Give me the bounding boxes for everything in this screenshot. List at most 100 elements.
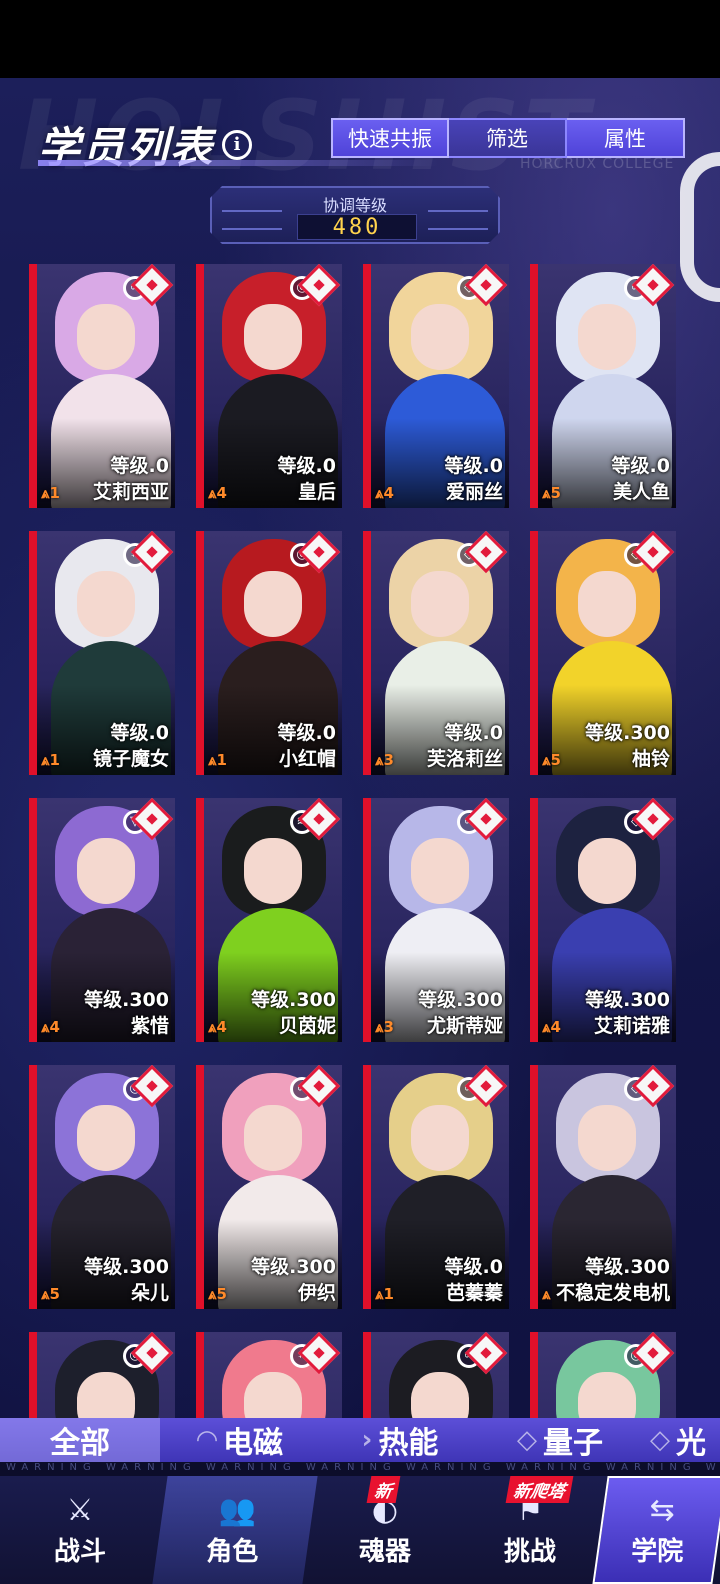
character-card[interactable]: ◎⩓ <box>530 1332 676 1418</box>
character-level: 等级.0 <box>444 455 503 477</box>
rank-stars: ⩓5 <box>542 751 561 769</box>
character-level: 等级.0 <box>277 722 336 744</box>
rank-value: 4 <box>216 484 227 502</box>
rank-stars: ⩓4 <box>208 484 227 502</box>
character-name: 小红帽 <box>278 748 336 770</box>
rank-stars: ⩓1 <box>208 751 227 769</box>
rank-value: 1 <box>49 484 60 502</box>
filter-tab-light[interactable]: ◇ 光 <box>640 1418 720 1462</box>
filter-tab-quantum[interactable]: ◇ 量子 <box>480 1418 640 1462</box>
character-card[interactable]: ∞等级.0艾莉西亚⩓1 <box>29 264 175 508</box>
rank-value: 1 <box>49 751 60 769</box>
character-name: 朵儿 <box>130 1282 169 1304</box>
character-level: 等级.300 <box>418 989 503 1011</box>
character-level: 等级.300 <box>585 722 670 744</box>
character-level: 等级.0 <box>110 455 169 477</box>
filter-button[interactable]: 筛选 <box>449 118 567 158</box>
filter-tab-label: 全部 <box>50 1426 110 1461</box>
nav-academy[interactable]: ⇆ 学院 <box>592 1476 720 1584</box>
portrait-face <box>244 1372 302 1418</box>
rank-value: 1 <box>216 751 227 769</box>
top-button-group: 快速共振 筛选 属性 <box>331 118 685 158</box>
character-level: 等级.300 <box>84 1256 169 1278</box>
portrait-face <box>411 571 469 637</box>
battle-icon: ⚔ <box>66 1492 94 1528</box>
character-card[interactable]: ◇等级.300艾莉诺雅⩓4 <box>530 798 676 1042</box>
attribute-button[interactable]: 属性 <box>567 118 685 158</box>
rank-value: 4 <box>216 1018 227 1036</box>
rank-stars: ⩓4 <box>208 1018 227 1036</box>
characters-icon: 👥 <box>219 1492 257 1528</box>
status-bar <box>0 0 720 78</box>
side-panel-handle[interactable] <box>680 152 720 302</box>
character-card[interactable]: ◎⩓ <box>29 1332 175 1418</box>
character-name: 伊织 <box>297 1282 336 1304</box>
portrait-face <box>77 838 135 904</box>
element-filter-bar: 全部 ◠ 电磁 › 热能 ◇ 量子 ◇ 光 <box>0 1418 720 1462</box>
character-name: 艾莉诺雅 <box>593 1015 670 1037</box>
info-icon[interactable]: i <box>222 129 253 160</box>
rank-stars: ⩓4 <box>375 484 394 502</box>
portrait-face <box>411 1105 469 1171</box>
filter-tab-all[interactable]: 全部 <box>0 1418 160 1462</box>
character-card[interactable]: ◇等级.300柚铃⩓5 <box>530 531 676 775</box>
character-card[interactable]: ∞等级.0美人鱼⩓5 <box>530 264 676 508</box>
rank-stars: ⩓1 <box>41 751 60 769</box>
character-name: 镜子魔女 <box>92 748 169 770</box>
portrait-face <box>244 1105 302 1171</box>
bottom-navigation: ⚔ 战斗 👥 角色 新 ◐ 魂器 新爬塔 ⚑ 挑战 ⇆ 学院 <box>0 1476 720 1584</box>
character-card[interactable]: ▽等级.300紫惜⩓4 <box>29 798 175 1042</box>
title-underline <box>38 160 438 166</box>
nav-battle[interactable]: ⚔ 战斗 <box>10 1476 150 1584</box>
filter-tab-thermal[interactable]: › 热能 <box>320 1418 480 1462</box>
portrait-face <box>578 571 636 637</box>
portrait-face <box>578 304 636 370</box>
character-card[interactable]: ◎等级.0皇后⩓4 <box>196 264 342 508</box>
rank-value: 1 <box>383 1285 394 1303</box>
chevron-icon: › <box>361 1425 373 1455</box>
academy-icon: ⇆ <box>650 1492 676 1528</box>
rank-stars: ⩓5 <box>41 1285 60 1303</box>
character-card[interactable]: ∞⩓ <box>363 1332 509 1418</box>
quick-resonance-button[interactable]: 快速共振 <box>331 118 449 158</box>
character-name: 贝茵妮 <box>278 1015 336 1037</box>
character-card[interactable]: ◇等级.0爱丽丝⩓4 <box>363 264 509 508</box>
nav-challenge[interactable]: 新爬塔 ⚑ 挑战 <box>460 1476 600 1584</box>
character-card[interactable]: ∞等级.0芭蓁蓁⩓1 <box>363 1065 509 1309</box>
rank-value: 4 <box>383 484 394 502</box>
character-name: 柚铃 <box>631 748 670 770</box>
filter-tab-label: 热能 <box>378 1426 439 1461</box>
portrait-face <box>244 838 302 904</box>
character-card[interactable]: ⌗⩓ <box>196 1332 342 1418</box>
character-name: 紫惜 <box>130 1015 169 1037</box>
character-level: 等级.300 <box>585 989 670 1011</box>
sync-level-label: 协调等级 <box>322 196 387 215</box>
character-level: 等级.300 <box>84 989 169 1011</box>
character-name: 芙洛莉丝 <box>426 748 503 770</box>
character-card[interactable]: ◇等级.300不稳定发电机⩓ <box>530 1065 676 1309</box>
rank-value: 4 <box>49 1018 60 1036</box>
filter-tab-label: 光 <box>676 1426 706 1461</box>
character-level: 等级.300 <box>585 1256 670 1278</box>
nav-label: 挑战 <box>503 1536 556 1567</box>
character-level: 等级.0 <box>611 455 670 477</box>
nav-label: 战斗 <box>53 1536 106 1567</box>
rank-chevron-icon: ⩓ <box>542 1285 551 1303</box>
character-card[interactable]: ⌗等级.0镜子魔女⩓1 <box>29 531 175 775</box>
new-tower-badge: 新爬塔 <box>505 1476 574 1503</box>
filter-tab-electromagnetic[interactable]: ◠ 电磁 <box>160 1418 320 1462</box>
rank-value: 4 <box>550 1018 561 1036</box>
rank-stars: ⩓1 <box>41 484 60 502</box>
character-card[interactable]: ∞等级.300尤斯蒂娅⩓3 <box>363 798 509 1042</box>
nav-characters[interactable]: 👥 角色 <box>152 1476 318 1584</box>
character-card[interactable]: ◇等级.0芙洛莉丝⩓3 <box>363 531 509 775</box>
portrait-face <box>244 304 302 370</box>
nav-soul-vessel[interactable]: 新 ◐ 魂器 <box>315 1476 455 1584</box>
character-card[interactable]: ◎等级.0小红帽⩓1 <box>196 531 342 775</box>
character-card[interactable]: ≋等级.300贝茵妮⩓4 <box>196 798 342 1042</box>
rank-stars: ⩓5 <box>208 1285 227 1303</box>
character-card[interactable]: ◎等级.300朵儿⩓5 <box>29 1065 175 1309</box>
character-card[interactable]: ∞等级.300伊织⩓5 <box>196 1065 342 1309</box>
rank-stars: ⩓3 <box>375 751 394 769</box>
rank-value: 5 <box>550 484 561 502</box>
